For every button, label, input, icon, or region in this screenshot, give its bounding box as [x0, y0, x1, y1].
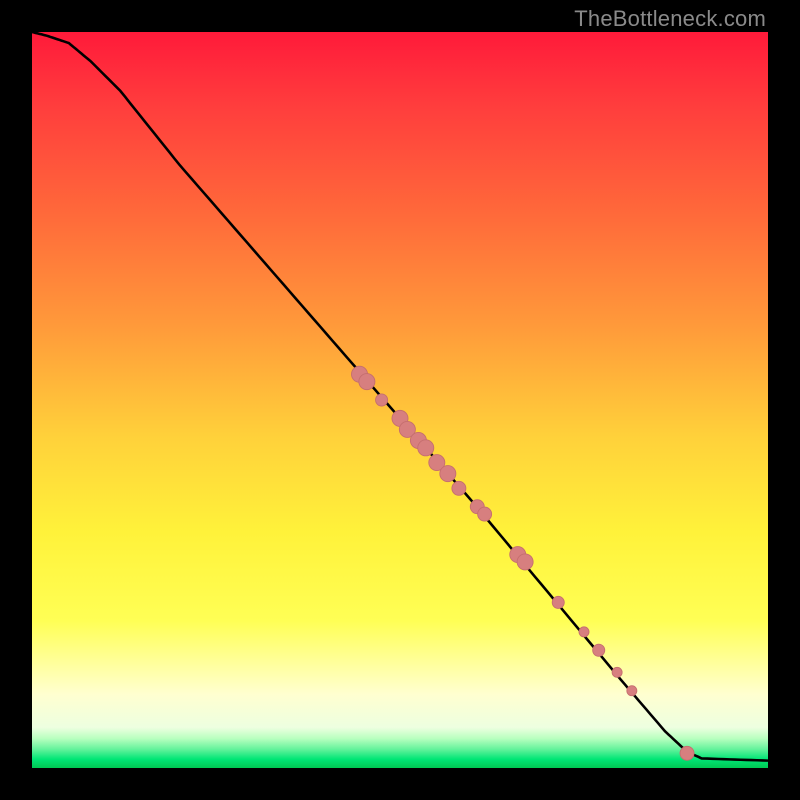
chart-frame: TheBottleneck.com — [0, 0, 800, 800]
data-marker — [376, 394, 388, 406]
data-marker — [418, 440, 434, 456]
data-marker — [612, 667, 622, 677]
data-marker — [517, 554, 533, 570]
data-marker — [680, 746, 694, 760]
data-marker — [440, 466, 456, 482]
data-marker — [452, 481, 466, 495]
data-marker — [478, 507, 492, 521]
data-markers — [351, 366, 694, 760]
chart-overlay — [32, 32, 768, 768]
data-marker — [593, 644, 605, 656]
data-marker — [552, 596, 564, 608]
curve-line — [32, 32, 768, 761]
data-marker — [359, 374, 375, 390]
data-marker — [579, 627, 589, 637]
plot-area — [32, 32, 768, 768]
data-marker — [627, 686, 637, 696]
watermark-text: TheBottleneck.com — [574, 6, 766, 32]
